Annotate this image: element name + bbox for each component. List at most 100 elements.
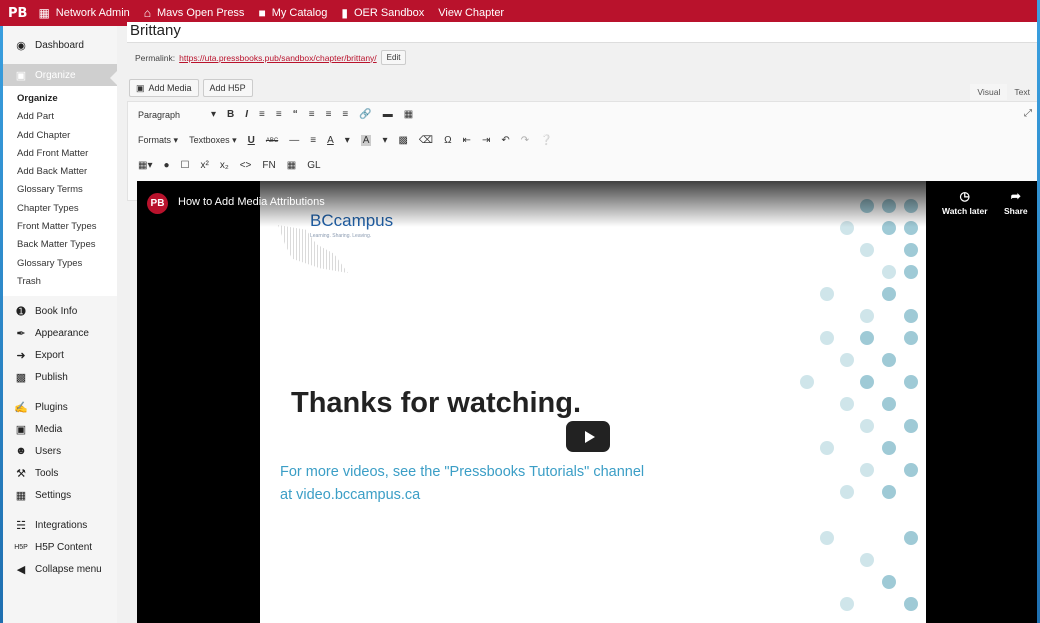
chevron-down-icon[interactable]: ▾ — [382, 135, 387, 146]
decor-dot — [904, 243, 918, 257]
sidebar-item-organize[interactable]: ▣ Organize — [3, 64, 118, 86]
chevron-down-icon: ▾ — [232, 135, 237, 145]
sidebar-item-label: H5P Content — [35, 541, 93, 553]
sidebar-item-users[interactable]: ☻ Users — [3, 440, 117, 462]
clear-formatting-icon[interactable]: ⌫ — [419, 135, 433, 146]
underline-icon[interactable]: U — [248, 135, 255, 146]
sidebar-item-export[interactable]: ➜ Export — [3, 344, 117, 366]
submenu-back-matter-types[interactable]: Back Matter Types — [3, 236, 117, 254]
sidebar-item-appearance[interactable]: ✒ Appearance — [3, 322, 117, 344]
sidebar-item-h5p-content[interactable]: H5P H5P Content — [3, 536, 117, 558]
sidebar-item-integrations[interactable]: ☵ Integrations — [3, 514, 117, 536]
play-button[interactable] — [566, 421, 610, 452]
submenu-glossary-types[interactable]: Glossary Types — [3, 255, 117, 273]
numbered-list-icon[interactable]: ≡ — [276, 109, 282, 120]
button-label: Add H5P — [209, 83, 246, 93]
italic-icon[interactable]: I — [245, 109, 248, 120]
superscript-icon[interactable]: x² — [200, 160, 208, 171]
integrations-icon: ☵ — [16, 519, 26, 532]
special-character-icon[interactable]: Ω — [444, 135, 451, 146]
submenu-add-chapter[interactable]: Add Chapter — [3, 127, 117, 145]
justify-icon[interactable]: ≡ — [310, 135, 316, 146]
link-icon[interactable]: 🔗 — [359, 109, 371, 120]
blockquote-icon[interactable]: “ — [293, 109, 298, 120]
fullscreen-icon[interactable]: ⤢ — [1024, 108, 1032, 119]
redo-icon[interactable]: ↷ — [521, 135, 529, 146]
toolbar-toggle-icon[interactable]: ▦ — [404, 109, 413, 120]
channel-avatar[interactable]: PB — [147, 193, 168, 214]
code-icon[interactable]: <> — [240, 160, 252, 171]
adminbar-label: Mavs Open Press — [157, 7, 245, 19]
sidebar-item-publish[interactable]: ▩ Publish — [3, 366, 117, 388]
paste-text-icon[interactable]: ▩ — [398, 135, 407, 146]
video-title[interactable]: How to Add Media Attributions — [178, 196, 325, 208]
post-title-input[interactable]: Brittany — [127, 22, 1040, 43]
table-icon[interactable]: ▦▾ — [138, 160, 152, 171]
submenu-add-front-matter[interactable]: Add Front Matter — [3, 145, 117, 163]
chevron-down-icon[interactable]: ▾ — [345, 135, 350, 146]
decor-dot — [800, 375, 814, 389]
align-right-icon[interactable]: ≡ — [342, 109, 348, 120]
sidebar-item-label: Dashboard — [35, 39, 84, 51]
edit-permalink-button[interactable]: Edit — [380, 50, 407, 65]
horizontal-line-icon[interactable]: — — [289, 135, 299, 146]
decor-dot — [860, 375, 874, 389]
collapse-menu-button[interactable]: ◀ Collapse menu — [3, 558, 117, 580]
indent-icon[interactable]: ⇥ — [482, 135, 490, 146]
textboxes-menu[interactable]: Textboxes ▾ — [189, 135, 237, 146]
sidebar-item-book-info[interactable]: ➊ Book Info — [3, 300, 117, 322]
add-h5p-button[interactable]: Add H5P — [202, 79, 253, 97]
formats-menu[interactable]: Formats ▾ — [138, 135, 178, 146]
submenu-glossary-terms[interactable]: Glossary Terms — [3, 181, 117, 199]
glossary-button[interactable]: GL — [307, 160, 320, 171]
submenu-chapter-types[interactable]: Chapter Types — [3, 200, 117, 218]
permalink-link[interactable]: https://uta.pressbooks.pub/sandbox/chapt… — [179, 53, 377, 63]
tab-visual[interactable]: Visual — [970, 84, 1008, 100]
embedded-video[interactable]: BCcampus Learning. Sharing. Leaving. — [137, 181, 1040, 623]
add-media-button[interactable]: ▣ Add Media — [129, 79, 199, 97]
sidebar-item-settings[interactable]: ▦ Settings — [3, 484, 117, 506]
submenu-add-back-matter[interactable]: Add Back Matter — [3, 163, 117, 181]
align-left-icon[interactable]: ≡ — [309, 109, 315, 120]
outdent-icon[interactable]: ⇤ — [463, 135, 471, 146]
undo-icon[interactable]: ↶ — [501, 135, 509, 146]
thanks-heading: Thanks for watching. — [291, 387, 582, 419]
share-button[interactable]: ➦ Share — [1004, 189, 1028, 216]
formats-label: Formats — [138, 135, 172, 145]
subscript-icon[interactable]: x₂ — [220, 160, 229, 171]
decor-dot — [904, 463, 918, 477]
sidebar-item-label: Users — [35, 445, 62, 457]
help-icon[interactable]: ❔ — [540, 135, 552, 146]
sidebar-item-plugins[interactable]: ✍ Plugins — [3, 396, 117, 418]
decor-dot — [904, 419, 918, 433]
text-color-icon[interactable]: A — [327, 135, 334, 146]
bullet-list-icon[interactable]: ≡ — [259, 109, 265, 120]
submenu-add-part[interactable]: Add Part — [3, 108, 117, 126]
organize-submenu: Organize Add Part Add Chapter Add Front … — [3, 86, 117, 297]
strikethrough-icon[interactable]: ABC — [266, 138, 278, 144]
tab-text[interactable]: Text — [1007, 84, 1037, 100]
background-color-icon[interactable]: A — [360, 135, 372, 146]
sidebar-item-tools[interactable]: ⚒ Tools — [3, 462, 117, 484]
editor-mode-tabs: Visual Text — [970, 84, 1037, 100]
submenu-front-matter-types[interactable]: Front Matter Types — [3, 218, 117, 236]
more-tag-icon[interactable]: ▬ — [383, 109, 393, 120]
footnote-shortcode-icon[interactable]: ● — [163, 160, 169, 171]
adminbar-network-admin[interactable]: ▦ Network Admin — [31, 0, 136, 26]
footnote-button[interactable]: FN — [262, 160, 275, 171]
sidebar-item-label: Collapse menu — [35, 563, 102, 575]
adminbar-label: Network Admin — [55, 7, 130, 19]
sidebar-item-dashboard[interactable]: ◉ Dashboard — [3, 26, 117, 64]
paragraph-select[interactable]: Paragraph — [138, 110, 200, 120]
sidebar-item-media[interactable]: ▣ Media — [3, 418, 117, 440]
watch-later-button[interactable]: ◷ Watch later — [942, 189, 988, 216]
pressbooks-logo[interactable]: PB — [0, 0, 31, 26]
bold-icon[interactable]: B — [227, 109, 234, 120]
bookmark-icon[interactable]: ☐ — [181, 160, 190, 171]
book-icon: ▮ — [341, 6, 348, 20]
adminbar-label: View Chapter — [438, 7, 505, 19]
align-center-icon[interactable]: ≡ — [326, 109, 332, 120]
submenu-organize[interactable]: Organize — [3, 90, 117, 108]
grid-icon[interactable]: ▦ — [287, 160, 296, 171]
submenu-trash[interactable]: Trash — [3, 273, 117, 291]
